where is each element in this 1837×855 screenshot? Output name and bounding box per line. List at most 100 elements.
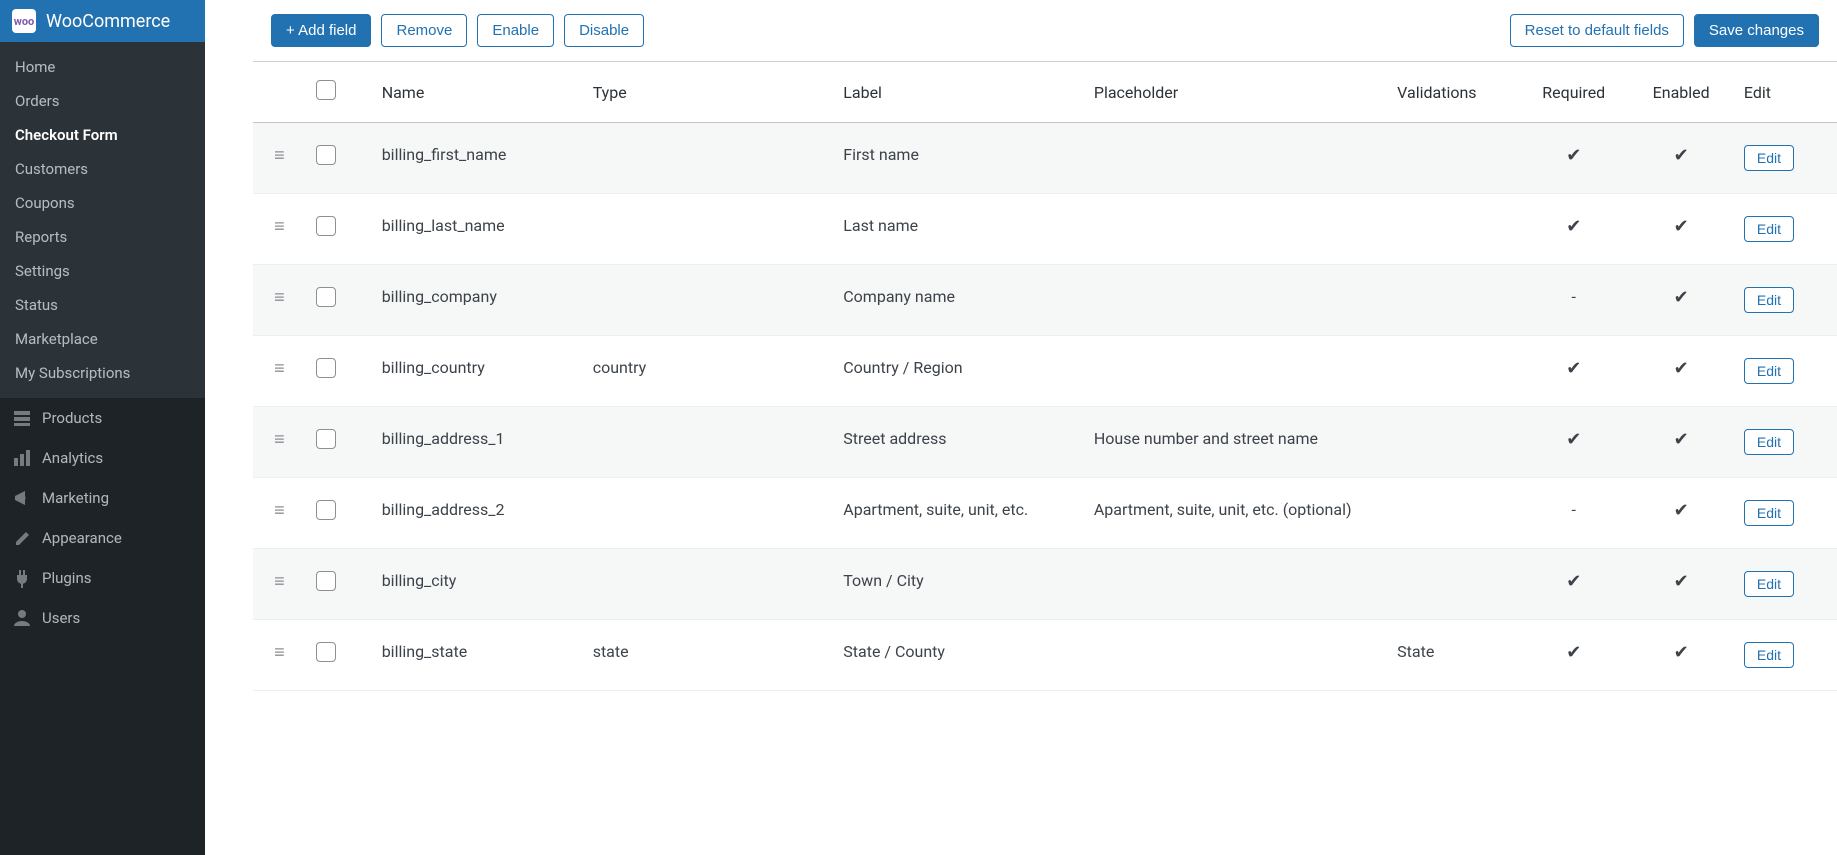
sidebar-submenu-item[interactable]: Status xyxy=(0,288,205,322)
row-checkbox[interactable] xyxy=(316,642,336,662)
cell-type: country xyxy=(583,336,834,407)
row-checkbox[interactable] xyxy=(316,145,336,165)
row-checkbox[interactable] xyxy=(316,571,336,591)
edit-row-button[interactable]: Edit xyxy=(1744,145,1794,171)
cell-name: billing_state xyxy=(372,620,583,691)
drag-handle-icon[interactable]: ≡ xyxy=(253,549,306,620)
cell-type xyxy=(583,265,834,336)
col-header-required: Required xyxy=(1519,62,1628,123)
sidebar-submenu-item[interactable]: Reports xyxy=(0,220,205,254)
sidebar-item-label: Marketing xyxy=(42,489,109,507)
add-field-button[interactable]: + Add field xyxy=(271,14,371,47)
products-icon xyxy=(12,408,32,428)
drag-handle-icon[interactable]: ≡ xyxy=(253,407,306,478)
edit-row-button[interactable]: Edit xyxy=(1744,642,1794,668)
check-icon: ✔ xyxy=(1566,216,1581,237)
table-row: ≡billing_statestateState / CountyState✔✔… xyxy=(253,620,1837,691)
cell-required: - xyxy=(1519,265,1628,336)
users-icon xyxy=(12,608,32,628)
check-icon: ✔ xyxy=(1566,571,1581,592)
select-all-checkbox[interactable] xyxy=(316,80,336,100)
col-header-type: Type xyxy=(583,62,834,123)
enable-button[interactable]: Enable xyxy=(477,14,554,47)
cell-label: Town / City xyxy=(833,549,1084,620)
row-checkbox[interactable] xyxy=(316,287,336,307)
edit-row-button[interactable]: Edit xyxy=(1744,500,1794,526)
sidebar-item-label: Users xyxy=(42,609,80,627)
row-checkbox[interactable] xyxy=(316,429,336,449)
sidebar-item[interactable]: Products xyxy=(0,398,205,438)
cell-validations xyxy=(1387,123,1519,194)
cell-type: state xyxy=(583,620,834,691)
sidebar-item[interactable]: Marketing xyxy=(0,478,205,518)
appearance-icon xyxy=(12,528,32,548)
check-icon: ✔ xyxy=(1566,642,1581,663)
drag-handle-icon[interactable]: ≡ xyxy=(253,336,306,407)
row-checkbox[interactable] xyxy=(316,216,336,236)
disable-button[interactable]: Disable xyxy=(564,14,644,47)
col-header-placeholder: Placeholder xyxy=(1084,62,1387,123)
drag-handle-icon[interactable]: ≡ xyxy=(253,620,306,691)
col-header-validations: Validations xyxy=(1387,62,1519,123)
sidebar-submenu-item[interactable]: Orders xyxy=(0,84,205,118)
cell-validations xyxy=(1387,194,1519,265)
cell-type xyxy=(583,549,834,620)
cell-type xyxy=(583,478,834,549)
woo-icon: woo xyxy=(12,9,36,33)
drag-handle-icon[interactable]: ≡ xyxy=(253,478,306,549)
analytics-icon xyxy=(12,448,32,468)
check-icon: ✔ xyxy=(1566,429,1581,450)
cell-enabled: ✔ xyxy=(1628,336,1734,407)
cell-label: First name xyxy=(833,123,1084,194)
drag-handle-icon[interactable]: ≡ xyxy=(253,123,306,194)
sidebar-item[interactable]: Plugins xyxy=(0,558,205,598)
sidebar-item-label: Products xyxy=(42,409,102,427)
edit-row-button[interactable]: Edit xyxy=(1744,358,1794,384)
sidebar-item-label: Analytics xyxy=(42,449,103,467)
edit-row-button[interactable]: Edit xyxy=(1744,429,1794,455)
sidebar-item-label: Plugins xyxy=(42,569,91,587)
sidebar-submenu-item[interactable]: My Subscriptions xyxy=(0,356,205,390)
sidebar-submenu-item[interactable]: Checkout Form xyxy=(0,118,205,152)
sidebar-submenu-item[interactable]: Coupons xyxy=(0,186,205,220)
sidebar-submenu-item[interactable]: Home xyxy=(0,50,205,84)
remove-button[interactable]: Remove xyxy=(381,14,467,47)
cell-validations xyxy=(1387,549,1519,620)
cell-placeholder: House number and street name xyxy=(1084,407,1387,478)
cell-validations xyxy=(1387,478,1519,549)
col-header-label: Label xyxy=(833,62,1084,123)
cell-placeholder xyxy=(1084,123,1387,194)
cell-name: billing_city xyxy=(372,549,583,620)
drag-handle-icon[interactable]: ≡ xyxy=(253,265,306,336)
save-changes-button[interactable]: Save changes xyxy=(1694,14,1819,47)
cell-validations xyxy=(1387,265,1519,336)
cell-name: billing_last_name xyxy=(372,194,583,265)
edit-row-button[interactable]: Edit xyxy=(1744,287,1794,313)
cell-name: billing_address_2 xyxy=(372,478,583,549)
cell-name: billing_company xyxy=(372,265,583,336)
cell-placeholder xyxy=(1084,194,1387,265)
sidebar-item[interactable]: Users xyxy=(0,598,205,638)
cell-required: ✔ xyxy=(1519,549,1628,620)
sidebar-submenu-item[interactable]: Customers xyxy=(0,152,205,186)
sidebar-header-woocommerce[interactable]: woo WooCommerce xyxy=(0,0,205,42)
row-checkbox[interactable] xyxy=(316,358,336,378)
sidebar-item[interactable]: Analytics xyxy=(0,438,205,478)
cell-type xyxy=(583,407,834,478)
check-icon: ✔ xyxy=(1674,571,1689,592)
cell-required: ✔ xyxy=(1519,123,1628,194)
drag-handle-icon[interactable]: ≡ xyxy=(253,194,306,265)
row-checkbox[interactable] xyxy=(316,500,336,520)
cell-validations: State xyxy=(1387,620,1519,691)
sidebar-item[interactable]: Appearance xyxy=(0,518,205,558)
sidebar-submenu-item[interactable]: Settings xyxy=(0,254,205,288)
cell-placeholder: Apartment, suite, unit, etc. (optional) xyxy=(1084,478,1387,549)
cell-enabled: ✔ xyxy=(1628,265,1734,336)
check-icon: ✔ xyxy=(1674,287,1689,308)
table-row: ≡billing_countrycountryCountry / Region✔… xyxy=(253,336,1837,407)
edit-row-button[interactable]: Edit xyxy=(1744,216,1794,242)
reset-button[interactable]: Reset to default fields xyxy=(1510,14,1684,47)
sidebar-submenu-item[interactable]: Marketplace xyxy=(0,322,205,356)
edit-row-button[interactable]: Edit xyxy=(1744,571,1794,597)
col-header-enabled: Enabled xyxy=(1628,62,1734,123)
